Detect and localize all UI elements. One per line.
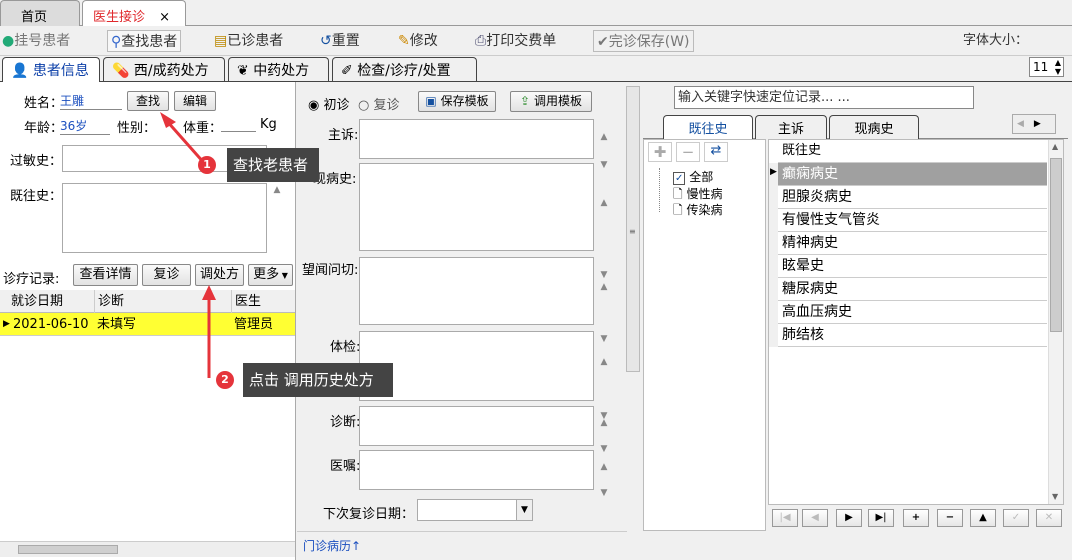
annotation-tip-2: 点击 调用历史处方	[243, 363, 393, 397]
annotation-marker-1: 1	[198, 156, 216, 174]
annotation-arrows	[160, 112, 216, 378]
annotation-marker-2: 2	[216, 371, 234, 389]
annotation-tip-1: 查找老患者	[227, 148, 319, 182]
